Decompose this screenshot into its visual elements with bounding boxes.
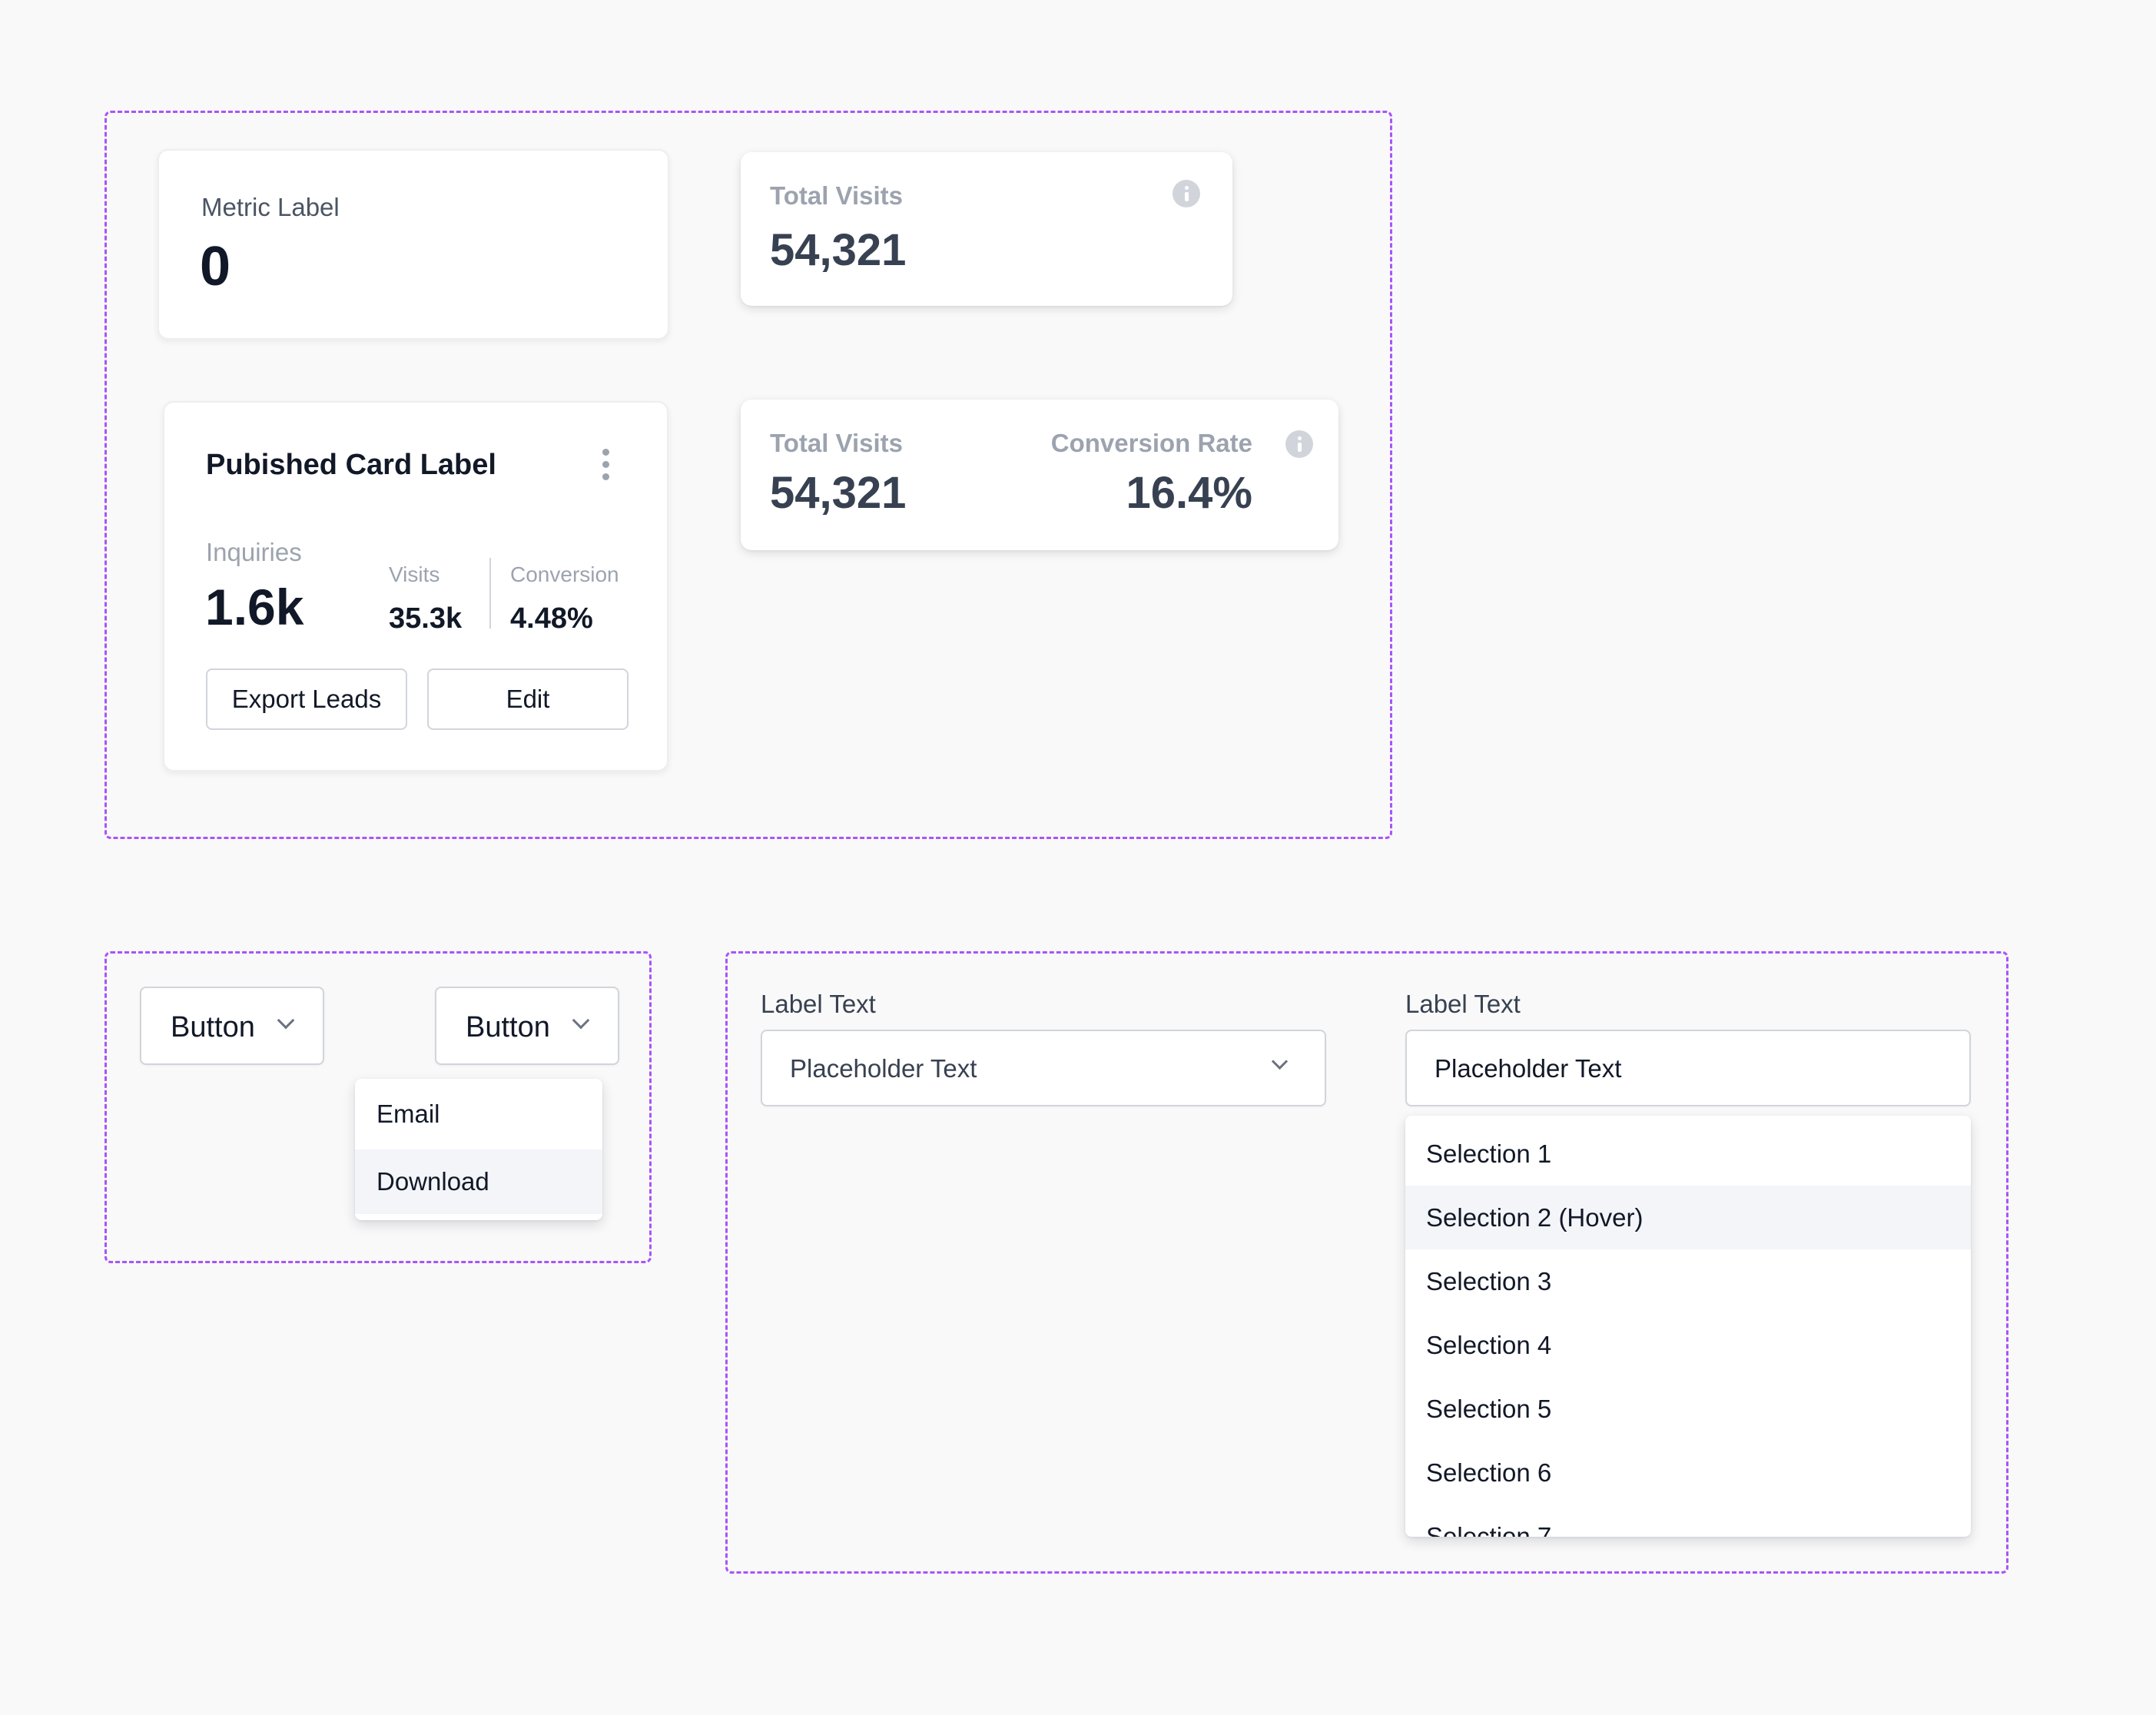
metric-card: Metric Label 0: [158, 149, 669, 340]
option-label: Selection 5: [1426, 1394, 1552, 1423]
select-field-label: Label Text: [761, 990, 876, 1018]
dropdown-button-open[interactable]: Button: [435, 987, 619, 1065]
chevron-down-icon: [572, 1011, 590, 1030]
metric-label: Metric Label: [201, 193, 340, 221]
dropdown-button-closed[interactable]: Button: [140, 987, 324, 1065]
info-icon[interactable]: [1285, 430, 1313, 458]
option-label: Selection 6: [1426, 1458, 1552, 1487]
dual-visits-label: Total Visits: [770, 429, 903, 457]
option-label: Selection 3: [1426, 1266, 1552, 1295]
dropdown-menu: Email Download: [355, 1079, 602, 1220]
conversion-rate-label: Conversion Rate: [1050, 429, 1252, 457]
option-item[interactable]: Selection 1: [1405, 1122, 1971, 1186]
inquiries-label: Inquiries: [206, 538, 302, 566]
visits-value: 35.3k: [389, 602, 463, 635]
dual-visits-value: 54,321: [770, 468, 907, 518]
conversion-value: 4.48%: [510, 602, 593, 635]
option-label: Selection 4: [1426, 1330, 1552, 1359]
stat-divider: [489, 558, 491, 629]
menu-item-email[interactable]: Email: [355, 1079, 602, 1149]
menu-item-label: Download: [376, 1167, 489, 1196]
published-card-title: Pubished Card Label: [206, 449, 496, 481]
option-label: Selection 1: [1426, 1139, 1552, 1168]
metric-value: 0: [200, 236, 231, 297]
dual-metric-card: Total Visits 54,321 Conversion Rate 16.4…: [741, 400, 1338, 550]
option-item[interactable]: Selection 3: [1405, 1249, 1971, 1313]
option-item[interactable]: Selection 4: [1405, 1313, 1971, 1377]
edit-button[interactable]: Edit: [427, 668, 629, 730]
option-item[interactable]: Selection 6: [1405, 1441, 1971, 1504]
inquiries-value: 1.6k: [205, 579, 304, 635]
option-item-hover[interactable]: Selection 2 (Hover): [1405, 1186, 1971, 1249]
info-icon[interactable]: [1173, 180, 1200, 207]
chevron-down-icon: [277, 1011, 295, 1030]
chevron-down-icon: [1271, 1053, 1289, 1070]
combobox-field-label: Label Text: [1405, 990, 1521, 1018]
total-visits-value: 54,321: [770, 225, 907, 275]
menu-item-label: Email: [376, 1100, 440, 1128]
select-field[interactable]: Placeholder Text: [761, 1030, 1326, 1106]
conversion-label: Conversion: [510, 562, 619, 586]
combobox-placeholder: Placeholder Text: [1435, 1054, 1622, 1083]
select-placeholder: Placeholder Text: [790, 1054, 977, 1083]
total-visits-card: Total Visits 54,321: [741, 152, 1232, 306]
menu-item-download[interactable]: Download: [355, 1149, 602, 1214]
conversion-rate-value: 16.4%: [1126, 468, 1252, 518]
total-visits-label: Total Visits: [770, 181, 903, 210]
option-label: Selection 7: [1426, 1521, 1552, 1538]
dropdown-button-label: Button: [171, 1011, 255, 1043]
option-item[interactable]: Selection 5: [1405, 1377, 1971, 1441]
option-label: Selection 2 (Hover): [1426, 1202, 1644, 1232]
option-item[interactable]: Selection 7: [1405, 1504, 1971, 1538]
visits-label: Visits: [389, 562, 440, 586]
export-leads-label: Export Leads: [231, 685, 382, 713]
combobox-options-list: Selection 1 Selection 2 (Hover) Selectio…: [1405, 1116, 1971, 1537]
combobox-input[interactable]: Placeholder Text: [1405, 1030, 1971, 1106]
published-card: Pubished Card Label Inquiries 1.6k Visit…: [163, 401, 668, 771]
edit-label: Edit: [506, 685, 550, 713]
export-leads-button[interactable]: Export Leads: [206, 668, 407, 730]
dropdown-button-label: Button: [466, 1011, 550, 1043]
kebab-menu-icon[interactable]: [595, 446, 618, 489]
